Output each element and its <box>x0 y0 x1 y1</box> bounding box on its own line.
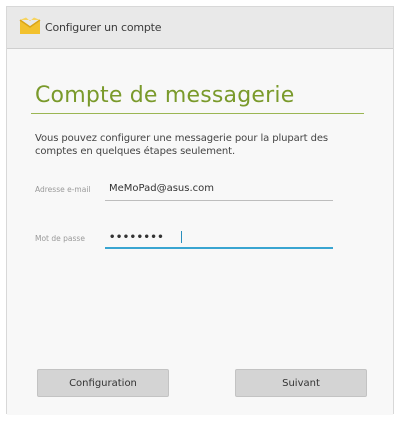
page-title: Compte de messagerie <box>35 83 295 108</box>
setup-dialog: Configurer un compte Compte de messageri… <box>6 6 394 415</box>
text-cursor <box>181 231 182 243</box>
manual-setup-button[interactable]: Configuration <box>37 369 169 397</box>
email-label: Adresse e-mail <box>35 185 91 194</box>
title-bar: Configurer un compte <box>7 7 393 49</box>
content-area: Compte de messagerie Vous pouvez configu… <box>7 49 393 415</box>
intro-text: Vous pouvez configurer une messagerie po… <box>35 133 328 157</box>
email-field-underline <box>105 200 333 201</box>
password-field[interactable] <box>105 228 333 246</box>
email-field[interactable] <box>105 179 333 197</box>
password-field-underline <box>105 247 333 249</box>
window-title: Configurer un compte <box>45 21 162 34</box>
envelope-icon <box>19 17 41 37</box>
password-label: Mot de passe <box>35 234 85 243</box>
next-button[interactable]: Suivant <box>235 369 367 397</box>
heading-divider <box>31 113 364 114</box>
